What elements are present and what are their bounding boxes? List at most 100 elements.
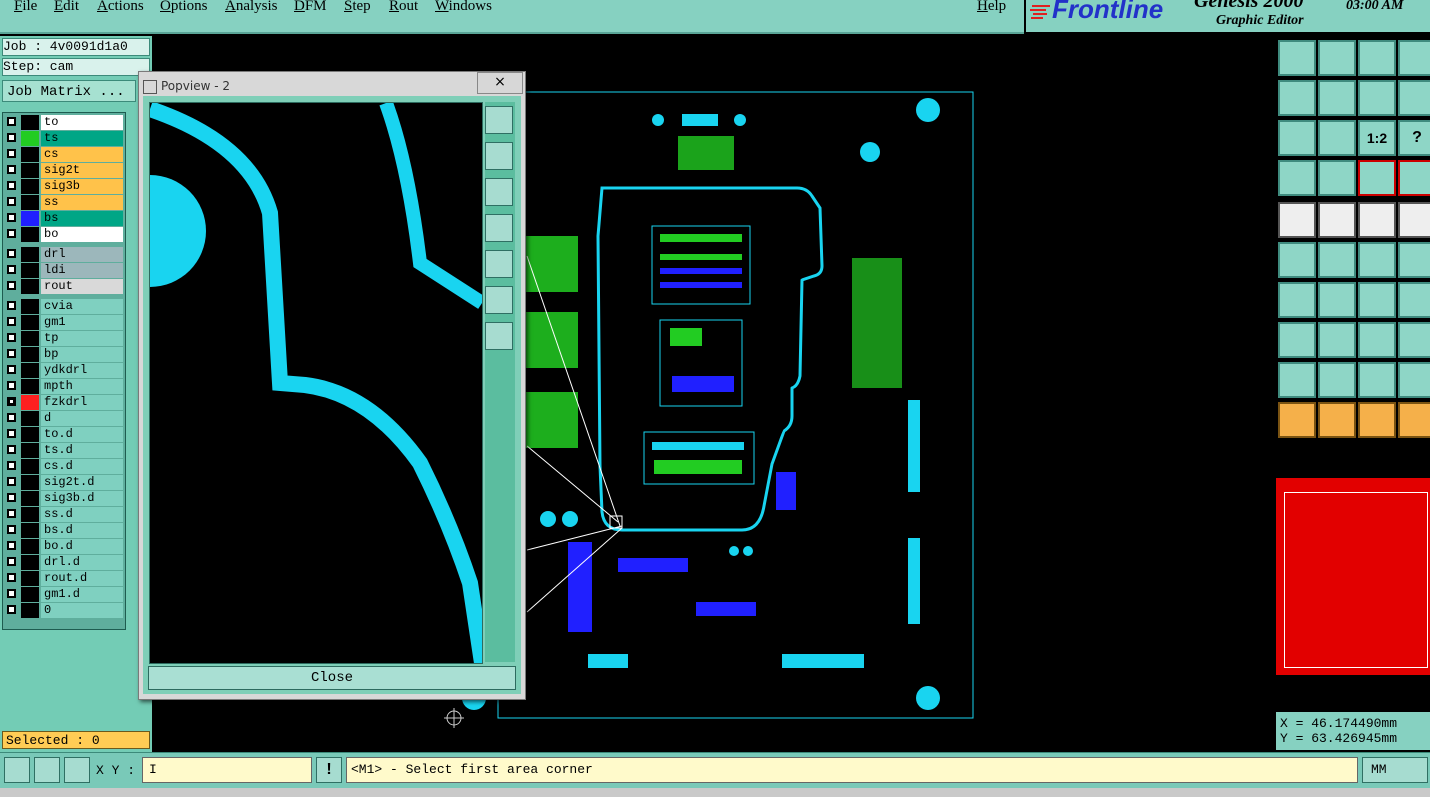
layer-name[interactable]: sig2t.d [41, 475, 123, 490]
pointer2-icon[interactable] [1318, 402, 1356, 438]
layer-color-swatch[interactable] [21, 395, 39, 410]
layer-color-swatch[interactable] [21, 539, 39, 554]
layer-checkbox[interactable] [7, 333, 16, 342]
triangle-icon[interactable] [1278, 362, 1316, 398]
xy-input[interactable]: I [142, 757, 312, 783]
pan-left-icon[interactable] [1278, 80, 1316, 116]
layer-checkbox[interactable] [7, 605, 16, 614]
menu-edit[interactable]: Edit [54, 0, 79, 15]
layer-checkbox[interactable] [7, 229, 16, 238]
layer-checkbox[interactable] [7, 181, 16, 190]
layer-color-swatch[interactable] [21, 179, 39, 194]
layer-checkbox[interactable] [7, 117, 16, 126]
layer-checkbox[interactable] [7, 445, 16, 454]
redo-icon[interactable] [1398, 80, 1430, 116]
layer-row[interactable]: 0 [5, 603, 123, 618]
layer-name[interactable]: bs.d [41, 523, 123, 538]
layer-row[interactable]: mpth [5, 379, 123, 394]
zoom-home-icon[interactable] [1278, 40, 1316, 76]
layer-checkbox[interactable] [7, 461, 16, 470]
menu-options[interactable]: Options [160, 0, 208, 15]
popview-canvas[interactable] [149, 102, 483, 664]
layer-checkbox[interactable] [7, 213, 16, 222]
layer-color-swatch[interactable] [21, 523, 39, 538]
triangle3-icon[interactable] [1358, 362, 1396, 398]
popview-titlebar[interactable]: Popview - 2 [143, 76, 519, 96]
layer-row[interactable]: cvia [5, 299, 123, 314]
center-icon[interactable] [1318, 120, 1356, 156]
layer-checkbox[interactable] [7, 525, 16, 534]
layer-checkbox[interactable] [7, 573, 16, 582]
layer-color-swatch[interactable] [21, 603, 39, 618]
triangle2-icon[interactable] [1318, 362, 1356, 398]
layer-color-swatch[interactable] [21, 227, 39, 242]
layer-name[interactable]: sig3b [41, 179, 123, 194]
layer-checkbox[interactable] [7, 493, 16, 502]
settings-icon[interactable] [1278, 160, 1316, 196]
layer-row[interactable]: sig2t.d [5, 475, 123, 490]
ratio-icon[interactable]: 1:2 [1358, 120, 1396, 156]
layer-color-swatch[interactable] [21, 459, 39, 474]
line-icon[interactable] [1318, 202, 1356, 238]
layer-color-swatch[interactable] [21, 315, 39, 330]
select-icon[interactable] [1398, 322, 1430, 358]
layer-checkbox[interactable] [7, 557, 16, 566]
pan-up-icon[interactable] [485, 142, 513, 170]
layer-checkbox[interactable] [7, 149, 16, 158]
layer-checkbox[interactable] [7, 301, 16, 310]
menu-windows[interactable]: Windows [435, 0, 492, 15]
layer-color-swatch[interactable] [21, 299, 39, 314]
layer-color-swatch[interactable] [21, 427, 39, 442]
layer-row[interactable]: ldi [5, 263, 123, 278]
layer-color-swatch[interactable] [21, 379, 39, 394]
layer-row[interactable]: bo.d [5, 539, 123, 554]
minus-icon[interactable] [1318, 322, 1356, 358]
layer-checkbox[interactable] [7, 165, 16, 174]
arc-icon[interactable] [1358, 282, 1396, 318]
layer-color-swatch[interactable] [21, 555, 39, 570]
layer-row[interactable]: rout.d [5, 571, 123, 586]
layer-row[interactable]: d [5, 411, 123, 426]
layer-row[interactable]: bp [5, 347, 123, 362]
layer-name[interactable]: gm1.d [41, 587, 123, 602]
layer-row[interactable]: fzkdrl [5, 395, 123, 410]
pan-down-icon[interactable] [485, 178, 513, 206]
layer-color-swatch[interactable] [21, 247, 39, 262]
pointer4-icon[interactable] [1398, 402, 1430, 438]
split-icon[interactable] [1398, 282, 1430, 318]
layers-icon[interactable] [1358, 160, 1396, 196]
layer-row[interactable]: to [5, 115, 123, 130]
layer-color-swatch[interactable] [21, 475, 39, 490]
measure-icon[interactable] [1358, 322, 1396, 358]
copy-icon[interactable] [1398, 242, 1430, 278]
overview-minimap[interactable] [1276, 478, 1430, 675]
move-icon[interactable] [1358, 242, 1396, 278]
layer-checkbox[interactable] [7, 281, 16, 290]
node-icon[interactable] [1278, 322, 1316, 358]
layer-color-swatch[interactable] [21, 587, 39, 602]
layer-checkbox[interactable] [7, 413, 16, 422]
layer-name[interactable]: drl.d [41, 555, 123, 570]
layer-row[interactable]: ts [5, 131, 123, 146]
layer-name[interactable]: cs [41, 147, 123, 162]
layer-color-swatch[interactable] [21, 347, 39, 362]
fit-icon[interactable] [1278, 120, 1316, 156]
layer-row[interactable]: rout [5, 279, 123, 294]
layer-row[interactable]: bs [5, 211, 123, 226]
pointer-icon[interactable] [1278, 402, 1316, 438]
layer-checkbox[interactable] [7, 541, 16, 550]
layer-name[interactable]: ldi [41, 263, 123, 278]
layer-name[interactable]: cs.d [41, 459, 123, 474]
menu-rout[interactable]: Rout [389, 0, 418, 15]
connect-icon[interactable] [1278, 242, 1316, 278]
pan-right-icon[interactable] [1318, 80, 1356, 116]
layer-name[interactable]: bo.d [41, 539, 123, 554]
layer-color-swatch[interactable] [21, 263, 39, 278]
layer-row[interactable]: ts.d [5, 443, 123, 458]
pointer3-icon[interactable] [1358, 402, 1396, 438]
layer-name[interactable]: to [41, 115, 123, 130]
layer-checkbox[interactable] [7, 197, 16, 206]
cross-icon[interactable] [1318, 242, 1356, 278]
layer-row[interactable]: drl [5, 247, 123, 262]
layer-color-swatch[interactable] [21, 131, 39, 146]
